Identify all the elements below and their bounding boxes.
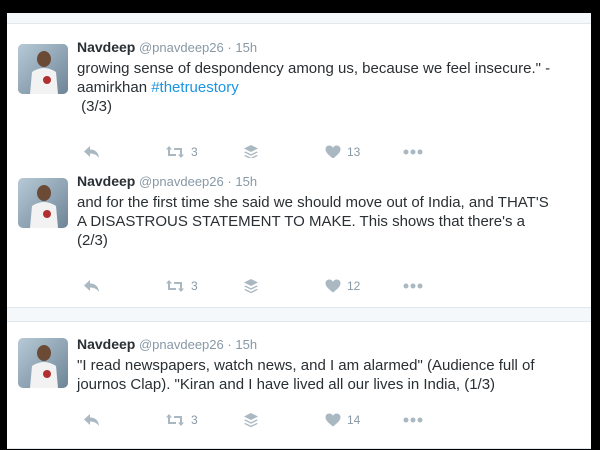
tweet-text-line: (3/3) — [77, 98, 113, 115]
reply-button[interactable] — [83, 276, 101, 296]
like-button[interactable]: 14 — [325, 410, 360, 430]
more-dots-icon — [403, 417, 423, 423]
tweet-text: and for the first time she said we shoul… — [77, 193, 577, 250]
buffer-layers-icon — [244, 279, 258, 294]
tweet-3-of-3[interactable]: Navdeep @pnavdeep26 · 15h growing sense … — [7, 23, 591, 168]
avatar[interactable] — [18, 178, 68, 228]
like-button[interactable]: 12 — [325, 276, 360, 296]
like-count: 14 — [347, 413, 361, 427]
separator-dot: · — [227, 40, 232, 55]
retweet-icon — [166, 280, 184, 292]
buffer-layers-icon — [244, 413, 258, 428]
tweet-1-of-3[interactable]: Navdeep @pnavdeep26 · 15h "I read newspa… — [7, 321, 591, 449]
heart-icon — [325, 279, 341, 293]
tweet-text-line: growing sense of despondency among us, b… — [77, 60, 551, 77]
tweet-2-of-3[interactable]: Navdeep @pnavdeep26 · 15h and for the fi… — [7, 158, 591, 308]
more-dots-icon — [403, 149, 423, 155]
tweet-text: growing sense of despondency among us, b… — [77, 59, 577, 116]
buffer-button[interactable] — [243, 276, 259, 296]
tweet-text-line: A DISASTROUS STATEMENT TO MAKE. This sho… — [77, 213, 526, 230]
author-handle[interactable]: @pnavdeep26 — [139, 40, 224, 55]
tweet-text-line: aamirkhan — [77, 79, 152, 96]
heart-icon — [325, 145, 341, 159]
tweet-text-line: journos Clap). "Kiran and I have lived a… — [77, 376, 496, 393]
reply-icon — [84, 280, 99, 292]
heart-icon — [325, 413, 341, 427]
like-count: 12 — [347, 279, 361, 293]
tweet-timestamp[interactable]: 15h — [235, 174, 257, 189]
author-handle[interactable]: @pnavdeep26 — [139, 174, 224, 189]
tweet-actions: 3 12 — [77, 276, 577, 296]
more-button[interactable] — [403, 410, 423, 430]
author-name[interactable]: Navdeep — [77, 173, 135, 189]
tweet-text: "I read newspapers, watch news, and I am… — [77, 356, 577, 394]
author-name[interactable]: Navdeep — [77, 336, 135, 352]
author-name[interactable]: Navdeep — [77, 39, 135, 55]
retweet-button[interactable]: 3 — [165, 276, 198, 296]
retweet-count: 3 — [191, 413, 198, 427]
like-count: 13 — [347, 145, 361, 159]
separator-dot: · — [227, 174, 232, 189]
reply-button[interactable] — [83, 410, 101, 430]
retweet-button[interactable]: 3 — [165, 410, 198, 430]
reply-icon — [84, 146, 99, 158]
retweet-count: 3 — [191, 145, 198, 159]
retweet-icon — [166, 414, 184, 426]
avatar[interactable] — [18, 338, 68, 388]
tweet-actions: 3 14 — [77, 410, 577, 430]
reply-icon — [84, 414, 99, 426]
more-button[interactable] — [403, 276, 423, 296]
avatar[interactable] — [18, 44, 68, 94]
tweet-text-line: "I read newspapers, watch news, and I am… — [77, 357, 535, 374]
hashtag-link[interactable]: #thetruestory — [151, 79, 239, 96]
tweet-text-line: (2/3) — [77, 232, 108, 249]
separator-dot: · — [227, 337, 232, 352]
buffer-button[interactable] — [243, 410, 259, 430]
tweet-timestamp[interactable]: 15h — [235, 337, 257, 352]
tweet-timestamp[interactable]: 15h — [235, 40, 257, 55]
more-dots-icon — [403, 283, 423, 289]
retweet-icon — [166, 146, 184, 158]
timeline: Navdeep @pnavdeep26 · 15h growing sense … — [7, 13, 591, 449]
tweet-text-line: and for the first time she said we shoul… — [77, 194, 549, 211]
retweet-count: 3 — [191, 279, 198, 293]
author-handle[interactable]: @pnavdeep26 — [139, 337, 224, 352]
